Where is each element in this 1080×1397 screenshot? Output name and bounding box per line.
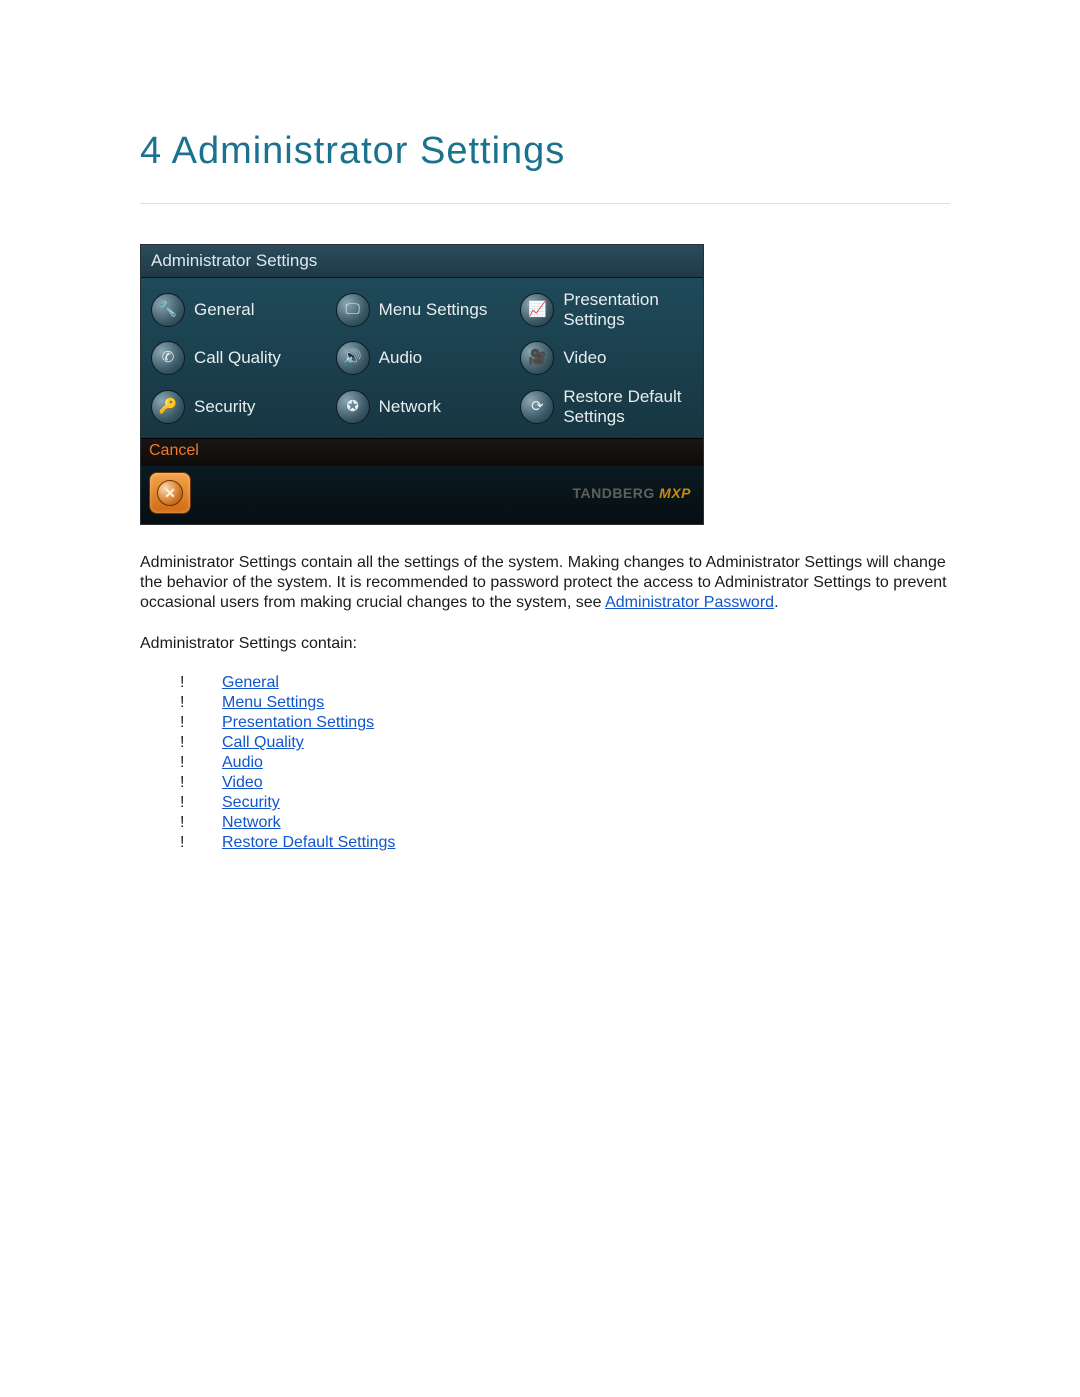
settings-link-presentation-settings[interactable]: Presentation Settings xyxy=(222,714,374,731)
cancel-label[interactable]: Cancel xyxy=(141,438,703,466)
bullet-marker: ! xyxy=(180,833,222,853)
menu-item-audio[interactable]: 🔊 Audio xyxy=(330,335,515,381)
list-item: !Menu Settings xyxy=(180,693,950,713)
bullet-marker: ! xyxy=(180,673,222,693)
settings-link-list: !General!Menu Settings!Presentation Sett… xyxy=(180,673,950,853)
monitor-icon: 🖵 xyxy=(336,293,370,327)
list-subhead: Administrator Settings contain: xyxy=(140,635,950,653)
menu-item-label: Network xyxy=(379,397,441,417)
list-item: !Call Quality xyxy=(180,733,950,753)
menu-item-video[interactable]: 🎥 Video xyxy=(514,335,699,381)
panel-grid: 🔧 General 🖵 Menu Settings 📈 Presentation Sett… xyxy=(141,278,703,438)
horizontal-rule xyxy=(140,203,950,204)
settings-link-audio[interactable]: Audio xyxy=(222,754,263,771)
settings-link-security[interactable]: Security xyxy=(222,794,280,811)
panel-header: Administrator Settings xyxy=(141,245,703,278)
description-part2: . xyxy=(774,594,778,611)
settings-link-general[interactable]: General xyxy=(222,674,279,691)
list-item: !Security xyxy=(180,793,950,813)
brand-suffix: MXP xyxy=(659,485,691,501)
cancel-button[interactable]: ✕ xyxy=(149,472,191,514)
menu-item-label: Video xyxy=(563,348,606,368)
list-item: !Restore Default Settings xyxy=(180,833,950,853)
list-item: !Presentation Settings xyxy=(180,713,950,733)
globe-icon: ✪ xyxy=(336,390,370,424)
page-title: 4 Administrator Settings xyxy=(140,130,950,173)
bullet-marker: ! xyxy=(180,813,222,833)
bullet-marker: ! xyxy=(180,793,222,813)
list-item: !Network xyxy=(180,813,950,833)
menu-item-label: Call Quality xyxy=(194,348,281,368)
wrench-icon: 🔧 xyxy=(151,293,185,327)
menu-item-restore-default-settings[interactable]: ⟳ Restore Default Settings xyxy=(514,381,699,432)
key-icon: 🔑 xyxy=(151,390,185,424)
admin-password-link[interactable]: Administrator Password xyxy=(605,594,774,611)
handset-icon: ✆ xyxy=(151,341,185,375)
menu-item-call-quality[interactable]: ✆ Call Quality xyxy=(145,335,330,381)
menu-item-label: Security xyxy=(194,397,255,417)
bullet-marker: ! xyxy=(180,713,222,733)
settings-link-menu-settings[interactable]: Menu Settings xyxy=(222,694,324,711)
panel-footer: ✕ TANDBERG MXP xyxy=(141,466,703,524)
description-paragraph: Administrator Settings contain all the s… xyxy=(140,553,950,613)
settings-panel-screenshot: Administrator Settings 🔧 General 🖵 Menu Set… xyxy=(140,244,704,525)
refresh-icon: ⟳ xyxy=(520,390,554,424)
menu-item-label: Menu Settings xyxy=(379,300,488,320)
description-part1: Administrator Settings contain all the s… xyxy=(140,554,947,611)
chart-icon: 📈 xyxy=(520,293,554,327)
bullet-marker: ! xyxy=(180,693,222,713)
bullet-marker: ! xyxy=(180,773,222,793)
menu-item-label: Audio xyxy=(379,348,422,368)
list-item: !Video xyxy=(180,773,950,793)
menu-item-label: Presentation Settings xyxy=(563,290,693,329)
settings-link-video[interactable]: Video xyxy=(222,774,263,791)
menu-item-label: Restore Default Settings xyxy=(563,387,693,426)
brand-text: TANDBERG xyxy=(572,485,654,501)
speaker-icon: 🔊 xyxy=(336,341,370,375)
menu-item-network[interactable]: ✪ Network xyxy=(330,381,515,432)
settings-link-call-quality[interactable]: Call Quality xyxy=(222,734,304,751)
settings-link-restore-default-settings[interactable]: Restore Default Settings xyxy=(222,834,395,851)
settings-link-network[interactable]: Network xyxy=(222,814,281,831)
bullet-marker: ! xyxy=(180,753,222,773)
list-item: !Audio xyxy=(180,753,950,773)
menu-item-security[interactable]: 🔑 Security xyxy=(145,381,330,432)
menu-item-label: General xyxy=(194,300,254,320)
menu-item-presentation-settings[interactable]: 📈 Presentation Settings xyxy=(514,284,699,335)
menu-item-menu-settings[interactable]: 🖵 Menu Settings xyxy=(330,284,515,335)
menu-item-general[interactable]: 🔧 General xyxy=(145,284,330,335)
bullet-marker: ! xyxy=(180,733,222,753)
close-icon: ✕ xyxy=(157,480,183,506)
brand-label: TANDBERG MXP xyxy=(572,485,691,501)
list-item: !General xyxy=(180,673,950,693)
camera-icon: 🎥 xyxy=(520,341,554,375)
